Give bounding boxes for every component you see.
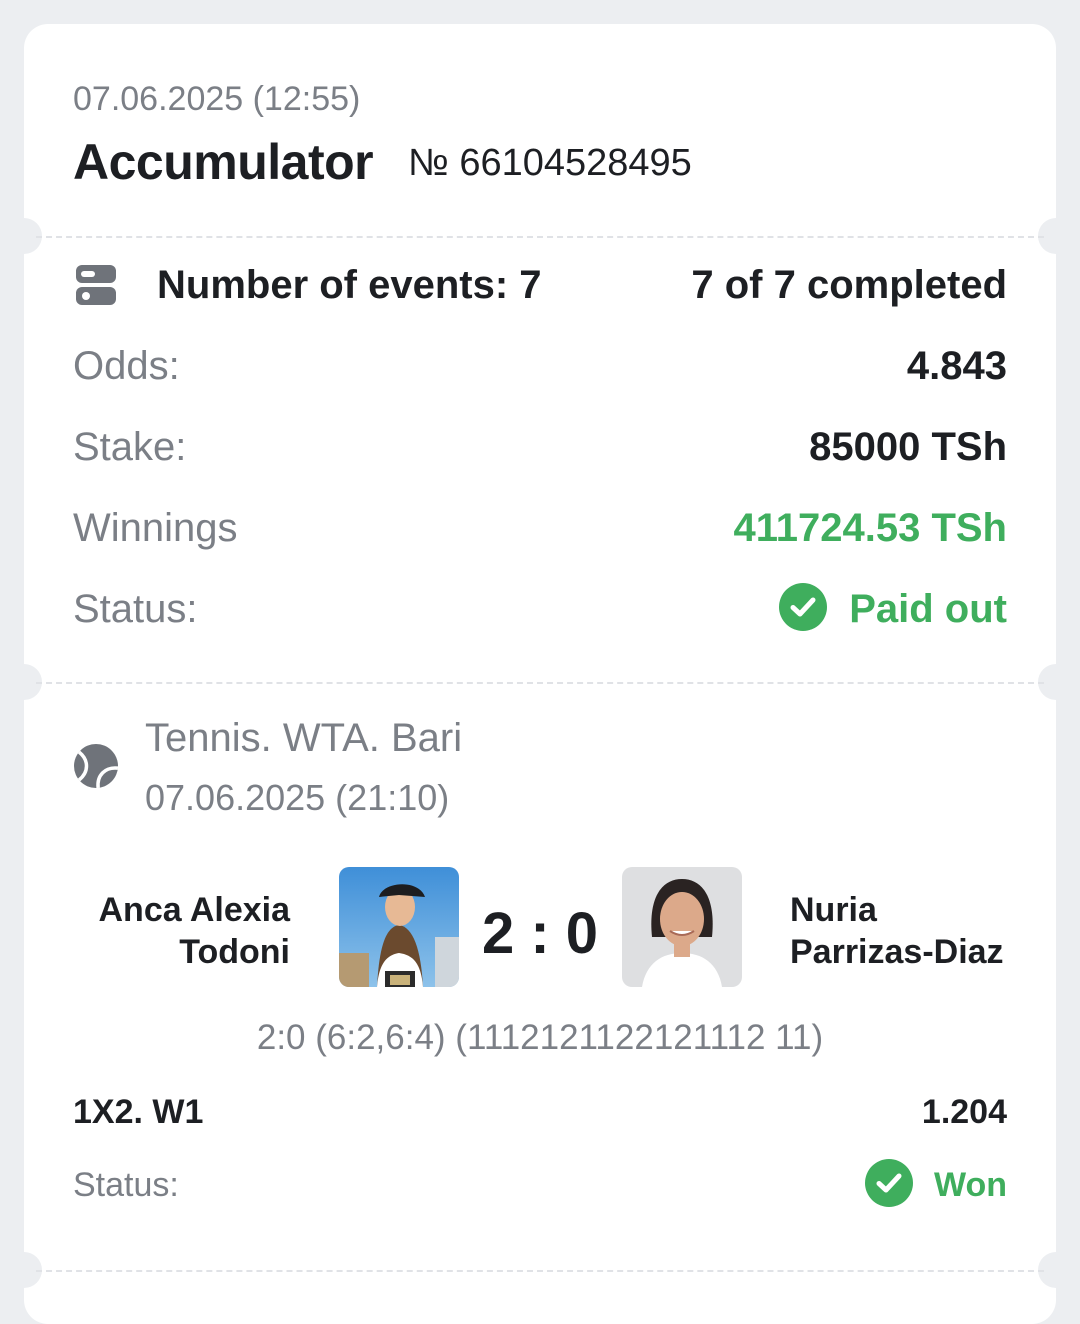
score-detail: 2:0 (6:2,6:4) (1112121122121112 11) (256, 1018, 824, 1057)
event-status-value: Won (933, 1166, 1007, 1204)
events-count: Number of events: 7 (157, 263, 542, 307)
player2-avatar (622, 867, 742, 987)
winnings-value: 411724.53 TSh (733, 506, 1007, 550)
check-circle-icon (865, 1159, 913, 1207)
tennis-ball-icon (73, 743, 119, 789)
events-completed: 7 of 7 completed (691, 263, 1007, 307)
match-score: 2 : 0 (481, 901, 599, 966)
market-label: 1X2. W1 (73, 1093, 204, 1131)
event-odds: 1.204 (921, 1093, 1007, 1131)
stake-label: Stake: (73, 425, 187, 469)
divider-event (36, 1270, 1044, 1272)
event-datetime: 07.06.2025 (21:10) (145, 777, 450, 818)
divider-summary (36, 682, 1044, 684)
check-circle-icon (779, 583, 827, 631)
winnings-label: Winnings (73, 506, 238, 550)
divider-header (36, 236, 1044, 238)
player2-name: Nuria Parrizas-Diaz (790, 889, 1004, 973)
player1-name-line2: Todoni (179, 933, 290, 971)
bet-datetime: 07.06.2025 (12:55) (73, 80, 361, 118)
event-league: Tennis. WTA. Bari (145, 716, 463, 760)
list-toggle-icon (76, 265, 116, 305)
bet-status-value: Paid out (849, 587, 1007, 631)
player1-avatar (339, 867, 459, 987)
odds-label: Odds: (73, 344, 180, 388)
status-label: Status: (73, 587, 198, 631)
stake-value: 85000 TSh (809, 425, 1007, 469)
player2-name-line2: Parrizas-Diaz (790, 933, 1004, 971)
player1-name: Anca Alexia Todoni (99, 889, 291, 973)
player2-name-line1: Nuria (790, 891, 877, 929)
bet-number: № 66104528495 (408, 142, 692, 184)
event-status-label: Status: (73, 1166, 179, 1204)
bet-type-title: Accumulator (73, 134, 374, 190)
odds-value: 4.843 (906, 344, 1007, 388)
player1-name-line1: Anca Alexia (98, 891, 291, 929)
